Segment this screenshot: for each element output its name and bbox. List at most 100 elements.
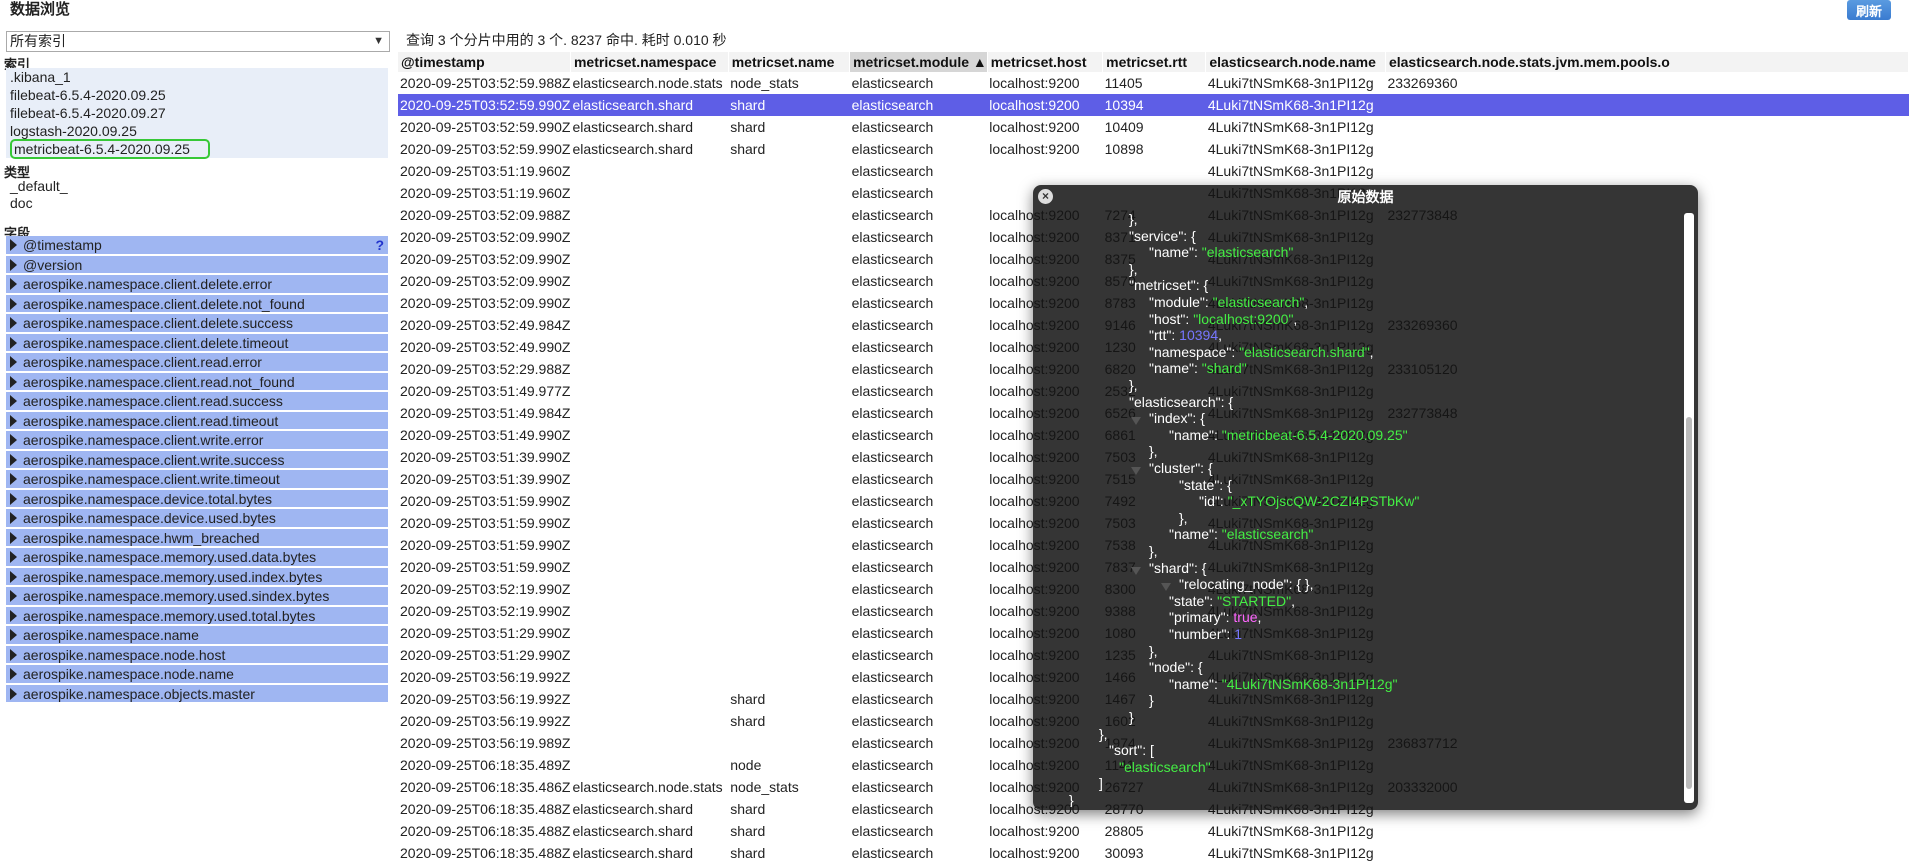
table-row[interactable]: 2020-09-25T03:52:59.988Z elasticsearch.no… (398, 72, 1909, 94)
column-header[interactable]: metricset.module ▲ (849, 52, 988, 72)
field-item[interactable]: aerospike.namespace.memory.used.total.by… (6, 606, 388, 626)
field-item[interactable]: aerospike.namespace.client.write.timeout (6, 470, 388, 490)
json-viewer: }, "service": {"name": "elasticsearch"}, "… (1039, 209, 1679, 807)
field-item[interactable]: aerospike.namespace.memory.used.data.byt… (6, 548, 388, 568)
table-row[interactable]: 2020-09-25T03:52:59.990Z elasticsearch.sh… (398, 138, 1909, 160)
field-item[interactable]: aerospike.namespace.client.delete.not_fo… (6, 294, 388, 314)
field-item[interactable]: aerospike.namespace.client.delete.succes… (6, 314, 388, 334)
field-item[interactable]: aerospike.namespace.memory.used.sindex.b… (6, 587, 388, 607)
field-item[interactable]: aerospike.namespace.client.read.error (6, 353, 388, 373)
index-select[interactable]: 所有索引 ▼ (6, 31, 390, 52)
expand-triangle-icon[interactable] (10, 297, 17, 310)
table-cell: elasticsearch (851, 845, 934, 861)
expand-triangle-icon[interactable] (10, 356, 17, 369)
expand-triangle-icon[interactable] (10, 317, 17, 330)
json-line: "sort": [ (1109, 742, 1154, 759)
table-cell: elasticsearch (851, 581, 934, 597)
field-item[interactable]: aerospike.namespace.client.delete.error (6, 275, 388, 295)
field-item[interactable]: aerospike.namespace.node.host (6, 645, 388, 665)
column-header[interactable]: @timestamp (398, 52, 571, 72)
expand-triangle-icon[interactable] (10, 395, 17, 408)
json-token: }, (1179, 509, 1188, 526)
field-item[interactable]: aerospike.namespace.device.total.bytes (6, 489, 388, 509)
field-item[interactable]: aerospike.namespace.device.used.bytes (6, 509, 388, 529)
scrollbar-thumb[interactable] (1686, 417, 1692, 789)
collapse-toggle-icon[interactable] (1131, 566, 1141, 575)
expand-triangle-icon[interactable] (10, 590, 17, 603)
type-item[interactable]: doc (6, 193, 388, 214)
table-row[interactable]: 2020-09-25T03:52:59.990Z elasticsearch.sh… (398, 94, 1909, 116)
table-row[interactable]: 2020-09-25T06:18:35.488Z elasticsearch.sh… (398, 842, 1909, 861)
column-header[interactable]: elasticsearch.node.name (1205, 52, 1386, 72)
expand-triangle-icon[interactable] (10, 336, 17, 349)
index-item[interactable]: .kibana_1 (6, 68, 388, 86)
field-item[interactable]: aerospike.namespace.node.name (6, 665, 388, 685)
table-cell: 2020-09-25T03:51:49.990Z (400, 427, 571, 443)
table-cell: 2020-09-25T03:51:29.990Z (400, 647, 571, 663)
expand-triangle-icon[interactable] (10, 239, 17, 252)
index-item[interactable]: filebeat-6.5.4-2020.09.25 (6, 86, 388, 104)
expand-triangle-icon[interactable] (10, 668, 17, 681)
field-item[interactable]: aerospike.namespace.client.write.success (6, 450, 388, 470)
index-item-label: logstash-2020.09.25 (10, 123, 137, 139)
expand-triangle-icon[interactable] (10, 492, 17, 505)
collapse-toggle-icon[interactable] (1131, 467, 1141, 475)
table-cell: 2020-09-25T03:52:59.990Z (400, 141, 571, 157)
json-line: "service": { (1129, 228, 1196, 245)
field-item[interactable]: @timestamp? (6, 236, 388, 256)
expand-triangle-icon[interactable] (10, 609, 17, 622)
table-row[interactable]: 2020-09-25T03:51:19.960Z elasticsearch 4Lu… (398, 160, 1909, 182)
expand-triangle-icon[interactable] (10, 531, 17, 544)
field-item[interactable]: aerospike.namespace.client.read.success (6, 392, 388, 412)
expand-triangle-icon[interactable] (10, 258, 17, 271)
column-header[interactable]: metricset.rtt (1102, 52, 1207, 72)
expand-triangle-icon[interactable] (10, 570, 17, 583)
expand-triangle-icon[interactable] (10, 375, 17, 388)
field-item-label: aerospike.namespace.objects.master (23, 685, 255, 702)
field-item[interactable]: aerospike.namespace.client.delete.timeou… (6, 333, 388, 353)
table-cell: 2020-09-25T06:18:35.486Z (400, 779, 571, 795)
field-item[interactable]: aerospike.namespace.hwm_breached (6, 528, 388, 548)
table-cell: 2020-09-25T03:51:19.960Z (400, 163, 571, 179)
expand-triangle-icon[interactable] (10, 551, 17, 564)
table-cell: 2020-09-25T03:52:59.990Z (398, 94, 571, 116)
expand-triangle-icon[interactable] (10, 453, 17, 466)
column-header[interactable]: metricset.name (728, 52, 851, 72)
expand-triangle-icon[interactable] (10, 278, 17, 291)
modal-scrollbar[interactable] (1684, 213, 1694, 803)
expand-triangle-icon[interactable] (10, 414, 17, 427)
index-item[interactable]: metricbeat-6.5.4-2020.09.25 (6, 139, 388, 159)
expand-triangle-icon[interactable] (10, 648, 17, 661)
field-item[interactable]: @version (6, 255, 388, 275)
expand-triangle-icon[interactable] (10, 473, 17, 486)
table-cell: shard (730, 713, 766, 729)
collapse-toggle-icon[interactable] (1131, 417, 1141, 426)
refresh-button[interactable]: 刷新 (1847, 0, 1891, 20)
index-item-label: filebeat-6.5.4-2020.09.25 (10, 87, 166, 103)
field-item[interactable]: aerospike.namespace.client.write.error (6, 431, 388, 451)
field-item[interactable]: aerospike.namespace.client.read.timeout (6, 411, 388, 431)
expand-triangle-icon[interactable] (10, 512, 17, 525)
table-cell: elasticsearch (851, 207, 934, 223)
table-cell: elasticsearch (851, 537, 934, 553)
table-cell: 2020-09-25T03:51:49.977Z (400, 383, 571, 399)
collapse-toggle-icon[interactable] (1161, 583, 1171, 592)
expand-triangle-icon[interactable] (10, 687, 17, 700)
field-item[interactable]: aerospike.namespace.memory.used.index.by… (6, 567, 388, 587)
expand-triangle-icon[interactable] (10, 434, 17, 447)
json-line: "state": "STARTED", (1169, 593, 1295, 610)
table-cell: 2020-09-25T03:52:09.990Z (400, 273, 571, 289)
field-item[interactable]: aerospike.namespace.name (6, 626, 388, 646)
column-header[interactable]: metricset.host (987, 52, 1104, 72)
table-cell (570, 754, 728, 776)
column-header[interactable]: elasticsearch.node.stats.jvm.mem.pools.o (1385, 52, 1909, 72)
column-header[interactable]: metricset.namespace (570, 52, 729, 72)
field-item[interactable]: aerospike.namespace.client.read.not_foun… (6, 372, 388, 392)
index-item[interactable]: logstash-2020.09.25 (6, 122, 388, 140)
index-item[interactable]: filebeat-6.5.4-2020.09.27 (6, 104, 388, 122)
expand-triangle-icon[interactable] (10, 629, 17, 642)
table-row[interactable]: 2020-09-25T06:18:35.488Z elasticsearch.sh… (398, 820, 1909, 842)
field-item[interactable]: aerospike.namespace.objects.master (6, 684, 388, 704)
help-icon[interactable]: ? (375, 236, 384, 254)
table-row[interactable]: 2020-09-25T03:52:59.990Z elasticsearch.sh… (398, 116, 1909, 138)
